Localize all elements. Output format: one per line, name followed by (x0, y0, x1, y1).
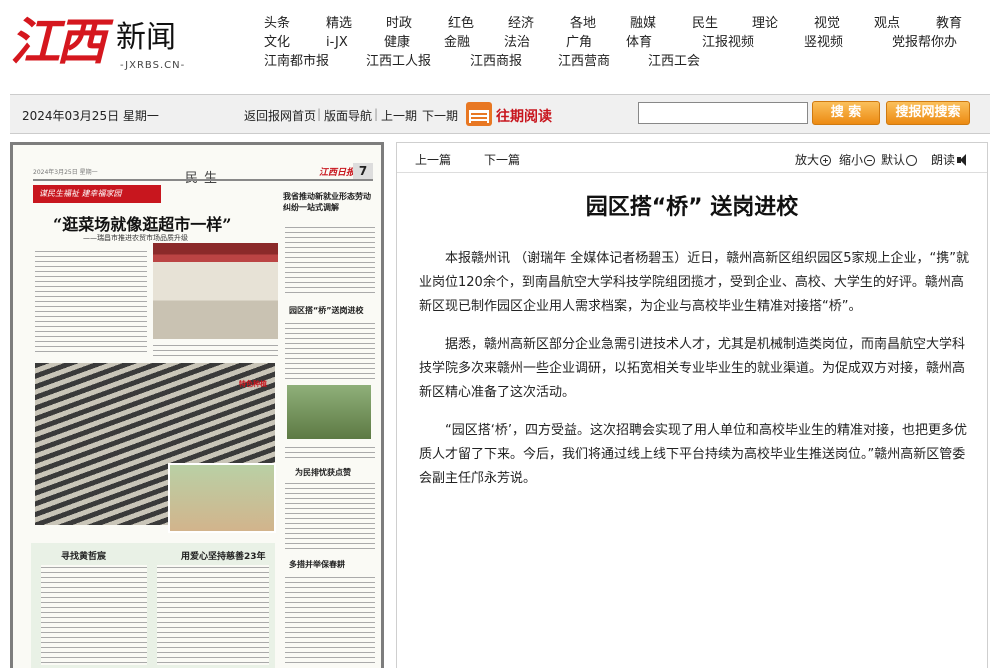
text-column (35, 249, 147, 353)
paper-rule (33, 179, 373, 181)
separator: | (374, 107, 379, 121)
paper-right-headline-2[interactable]: 园区搭“桥”送岗进校 (289, 305, 381, 316)
article-title: 园区搭“桥” 送岗进校 (585, 195, 799, 220)
zoom-out-control[interactable]: 缩小 (839, 151, 876, 168)
nav-item[interactable]: 时政 (386, 14, 412, 33)
nav-item[interactable]: 观点 (874, 14, 900, 33)
calendar-icon[interactable] (466, 102, 492, 126)
text-column (285, 481, 375, 549)
article-paragraph: 本报赣州讯 （谢瑞年 全媒体记者杨碧玉）近日，赣州高新区组织园区5家规上企业，“… (419, 251, 970, 314)
nav-row-2: 文化 i-JX 健康 金融 法治 广角 体育 江报视频 竖视频 党报帮你办 (262, 33, 992, 52)
nav-item[interactable]: 江报视频 (702, 33, 754, 52)
nav-item[interactable]: 融媒 (630, 14, 656, 33)
site-search-button[interactable]: 搜报网搜索 (886, 101, 970, 125)
text-column (41, 565, 147, 665)
article-panel: 上一篇 下一篇 放大 缩小 默认 朗读 园区搭“桥” 送岗进校 本报赣州讯 （谢… (396, 142, 988, 668)
zoom-out-label: 缩小 (839, 153, 864, 167)
paper-date-line: 2024年3月25日 星期一 (33, 169, 98, 176)
prev-article-link[interactable]: 上一篇 (415, 151, 451, 168)
read-aloud-control[interactable]: 朗读 (931, 151, 971, 168)
paper-right-headline-3[interactable]: 为民排忧获点赞 (295, 467, 351, 478)
page: 江西 新闻 -JXRBS.CN- 头条 精选 时政 红色 经济 各地 融媒 民生… (0, 0, 1000, 668)
main-nav: 头条 精选 时政 红色 经济 各地 融媒 民生 理论 视觉 观点 教育 文化 i… (262, 14, 992, 71)
market-photo (153, 243, 278, 339)
separator: | (317, 107, 322, 121)
current-date: 2024年03月25日 星期一 (22, 109, 159, 123)
paper-subhead: ——瑞昌市推进农贸市场品质升级 (83, 234, 188, 242)
nav-item[interactable]: 教育 (936, 14, 962, 33)
text-column (157, 565, 269, 665)
text-column (285, 445, 375, 461)
nav-item[interactable]: 竖视频 (804, 33, 843, 52)
past-issues-link[interactable]: 往期阅读 (496, 106, 552, 126)
nav-item[interactable]: 江西工会 (648, 52, 700, 71)
nav-item[interactable]: 江西营商 (558, 52, 610, 71)
nav-item[interactable]: 民生 (692, 14, 718, 33)
newspaper-page-image[interactable]: 2024年3月25日 星期一 民生 江西日报 7 谋民生福祉 建幸福家园 “逛菜… (10, 142, 384, 668)
speaker-icon (957, 154, 971, 166)
article-toolbar: 上一篇 下一篇 放大 缩小 默认 朗读 (397, 143, 987, 173)
paper-tag: 特色种植 (239, 380, 267, 388)
zoom-in-label: 放大 (795, 153, 820, 167)
nav-item[interactable]: 经济 (508, 14, 534, 33)
nav-item[interactable]: 法治 (504, 33, 530, 52)
article-paragraph: “园区搭‘桥’，四方受益。这次招聘会实现了用人单位和高校毕业生的精准对接，也把更… (419, 423, 968, 486)
nav-item[interactable]: 理论 (752, 14, 778, 33)
article-paragraph: 据悉，赣州高新区部分企业急需引进技术人才，尤其是机械制造类岗位，而南昌航空大学科… (419, 337, 966, 400)
next-article-link[interactable]: 下一篇 (484, 151, 520, 168)
nav-item[interactable]: 各地 (570, 14, 596, 33)
text-column (285, 575, 375, 665)
read-aloud-label: 朗读 (931, 153, 956, 167)
text-column (285, 321, 375, 381)
nav-row-3: 江南都市报 江西工人报 江西商报 江西营商 江西工会 (262, 52, 992, 71)
nav-item[interactable]: 文化 (264, 33, 290, 52)
home-link[interactable]: 返回报网首页 (244, 107, 316, 124)
nav-row-1: 头条 精选 时政 红色 经济 各地 融媒 民生 理论 视觉 观点 教育 (262, 14, 992, 33)
nav-item[interactable]: 精选 (326, 14, 352, 33)
search-button[interactable]: 搜 索 (812, 101, 880, 125)
paper-logo: 江西日报 (319, 168, 356, 178)
page-nav-link[interactable]: 版面导航 (324, 107, 372, 124)
nav-item[interactable]: 党报帮你办 (892, 33, 957, 52)
nav-item[interactable]: 江西商报 (470, 52, 522, 71)
default-size-control[interactable]: 默认 (881, 151, 918, 168)
farm-inset-photo (168, 463, 276, 533)
nav-item[interactable]: 体育 (626, 33, 652, 52)
prev-issue-link[interactable]: 上一期 (381, 107, 417, 124)
logo-mark: 江西 (10, 12, 106, 71)
text-column (285, 225, 375, 297)
nav-item[interactable]: 健康 (384, 33, 410, 52)
zoom-in-control[interactable]: 放大 (795, 151, 832, 168)
zoom-out-icon (864, 155, 876, 166)
nav-item[interactable]: 红色 (448, 14, 474, 33)
nav-item[interactable]: 广角 (566, 33, 592, 52)
nav-item[interactable]: 江西工人报 (366, 52, 431, 71)
nav-item[interactable]: i-JX (326, 33, 348, 52)
paper-ribbon: 谋民生福祉 建幸福家园 (33, 185, 161, 203)
paper-box-headline-1[interactable]: 寻找黄哲宸 (61, 549, 106, 562)
paper-right-headline-1[interactable]: 我省推动新就业形态劳动纠纷一站式调解 (283, 191, 375, 213)
paper-section: 民生 (185, 167, 223, 186)
paper-headline[interactable]: “逛菜场就像逛超市一样” (53, 211, 231, 235)
next-issue-link[interactable]: 下一期 (422, 107, 458, 124)
nav-item[interactable]: 江南都市报 (264, 52, 329, 71)
article-body: 本报赣州讯 （谢瑞年 全媒体记者杨碧玉）近日，赣州高新区组织园区5家规上企业，“… (419, 247, 969, 505)
default-size-icon (906, 155, 918, 166)
logo-subtitle: -JXRBS.CN- (120, 60, 186, 71)
nav-item[interactable]: 头条 (264, 14, 290, 33)
zoom-in-icon (820, 155, 832, 166)
text-column (153, 343, 278, 357)
site-logo[interactable]: 江西 新闻 -JXRBS.CN- (10, 4, 210, 82)
field-photo (287, 385, 371, 439)
paper-box-headline-2[interactable]: 用爱心坚持慈善23年 (181, 549, 266, 562)
default-size-label: 默认 (881, 153, 906, 167)
toolbar: 2024年03月25日 星期一 返回报网首页 | 版面导航 | 上一期 下一期 … (10, 94, 990, 134)
nav-item[interactable]: 视觉 (814, 14, 840, 33)
nav-item[interactable]: 金融 (444, 33, 470, 52)
search-input[interactable] (638, 102, 808, 124)
paper-right-headline-4[interactable]: 多措并举保春耕 (289, 559, 345, 570)
logo-name: 新闻 (116, 20, 176, 55)
paper-page-number: 7 (353, 163, 373, 179)
